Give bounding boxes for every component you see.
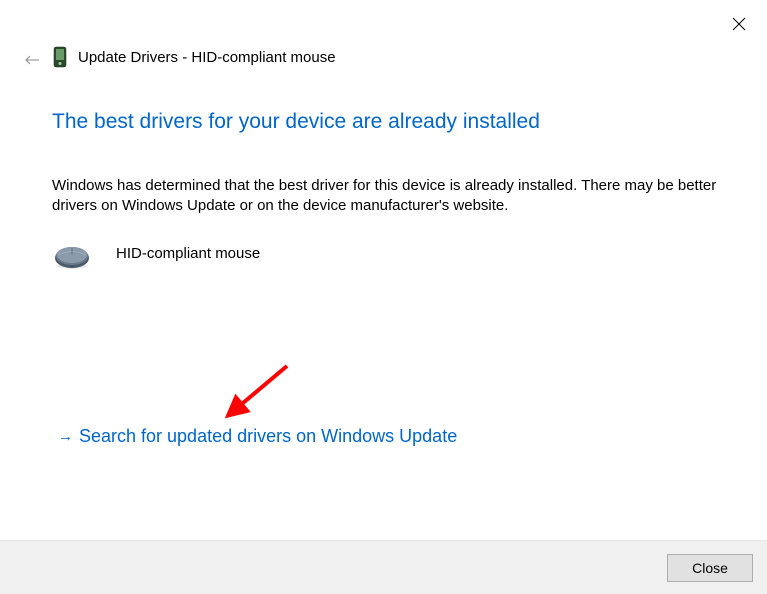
link-text: Search for updated drivers on Windows Up… (79, 426, 457, 447)
close-icon (732, 17, 746, 31)
page-heading: The best drivers for your device are alr… (52, 110, 540, 134)
close-footer-button[interactable]: Close (667, 554, 753, 582)
window-header: Update Drivers - HID-compliant mouse (52, 46, 336, 68)
search-windows-update-link[interactable]: → Search for updated drivers on Windows … (58, 426, 457, 447)
link-arrow-icon: → (58, 428, 73, 445)
description-text: Windows has determined that the best dri… (52, 176, 719, 217)
back-button[interactable] (22, 50, 42, 70)
dialog-footer: Close (0, 540, 767, 594)
back-arrow-icon (24, 54, 40, 66)
device-row: HID-compliant mouse (52, 236, 260, 270)
close-button[interactable] (729, 14, 749, 34)
annotation-arrow (225, 360, 295, 420)
mouse-icon (52, 244, 92, 270)
window-title: Update Drivers - HID-compliant mouse (78, 49, 336, 66)
device-name: HID-compliant mouse (116, 245, 260, 262)
device-icon (52, 46, 68, 68)
